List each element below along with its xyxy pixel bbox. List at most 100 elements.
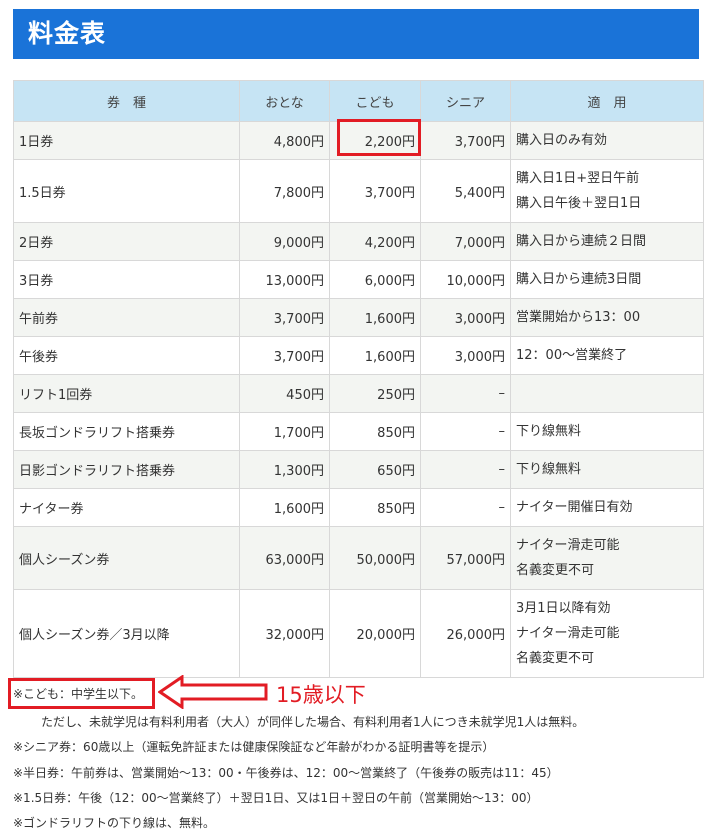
apply-line: 下り線無料 [516,462,582,477]
apply-line: 下り線無料 [516,424,582,439]
apply-cell: ナイター滑走可能 名義変更不可 [510,526,704,590]
adult-price-cell: 63,000円 [239,526,330,590]
adult-price-cell: 450円 [239,374,330,413]
apply-cell [510,374,704,413]
table-row: 3日券 13,000円 6,000円 10,000円 購入日から連続3日間 [13,260,704,299]
ticket-name-cell: 1日券 [13,121,240,160]
child-price-cell: 250円 [329,374,421,413]
note-half-day: ※半日券：午前券は、営業開始～13：00・午後券は、12：00～営業終了（午後券… [13,766,559,780]
header-apply: 適 用 [510,80,704,122]
senior-price-cell: – [420,488,511,527]
apply-line: 購入日から連続２日間 [516,234,647,249]
header-adult: おとな [239,80,330,122]
senior-price-cell: 57,000円 [420,526,511,590]
page-header: 料金表 [13,9,699,59]
table-row: 長坂ゴンドラリフト搭乗券 1,700円 850円 – 下り線無料 [13,412,704,451]
table-row: 個人シーズン券 63,000円 50,000円 57,000円 ナイター滑走可能 名義変更… [13,526,704,590]
left-arrow-icon [158,675,268,709]
age-annotation: 15歳以下 [276,683,366,707]
senior-price-cell: 3,000円 [420,336,511,375]
apply-cell: 購入日から連続２日間 [510,222,704,261]
table-header-row: 券 種 おとな こども シニア 適 用 [13,80,704,122]
senior-price-cell: – [420,374,511,413]
adult-price-cell: 4,800円 [239,121,330,160]
apply-line: 名義変更不可 [516,651,595,666]
adult-price-cell: 32,000円 [239,589,330,678]
table-row: リフト1回券 450円 250円 – [13,374,704,413]
adult-price-cell: 1,700円 [239,412,330,451]
header-ticket-type: 券 種 [13,80,240,122]
header-senior: シニア [420,80,511,122]
senior-price-cell: 26,000円 [420,589,511,678]
apply-cell: 下り線無料 [510,412,704,451]
fee-table: 券 種 おとな こども シニア 適 用 1日券 4,800円 2,200円 3,700… [13,80,704,678]
apply-cell: 下り線無料 [510,450,704,489]
adult-price-cell: 1,300円 [239,450,330,489]
child-price-cell: 3,700円 [329,159,421,223]
apply-line: 名義変更不可 [516,563,595,578]
ticket-name-cell: 3日券 [13,260,240,299]
child-price-cell: 20,000円 [329,589,421,678]
senior-price-cell: 7,000円 [420,222,511,261]
ticket-name-cell: 1.5日券 [13,159,240,223]
apply-line: ナイター滑走可能 [516,626,620,641]
senior-price-cell: – [420,412,511,451]
table-row: 個人シーズン券／3月以降 32,000円 20,000円 26,000円 3月1日以降有… [13,589,704,678]
adult-price-cell: 3,700円 [239,298,330,337]
ticket-name-cell: 長坂ゴンドラリフト搭乗券 [13,412,240,451]
apply-line: 3月1日以降有効 [516,601,611,616]
table-row: 1.5日券 7,800円 3,700円 5,400円 購入日1日+翌日午前 購入日午後＋翌… [13,159,704,223]
ticket-name-cell: 2日券 [13,222,240,261]
child-price-cell: 1,600円 [329,298,421,337]
ticket-name-cell: ナイター券 [13,488,240,527]
ticket-name-cell: 個人シーズン券／3月以降 [13,589,240,678]
adult-price-cell: 9,000円 [239,222,330,261]
note-child: ※こども：中学生以下。 [13,687,144,701]
apply-cell: 12：00～営業終了 [510,336,704,375]
adult-price-cell: 13,000円 [239,260,330,299]
adult-price-cell: 7,800円 [239,159,330,223]
adult-price-cell: 3,700円 [239,336,330,375]
child-price-cell: 650円 [329,450,421,489]
ticket-name-cell: リフト1回券 [13,374,240,413]
apply-cell: 購入日のみ有効 [510,121,704,160]
table-row: 日影ゴンドラリフト搭乗券 1,300円 650円 – 下り線無料 [13,450,704,489]
apply-cell: ナイター開催日有効 [510,488,704,527]
apply-cell: 営業開始から13：00 [510,298,704,337]
adult-price-cell: 1,600円 [239,488,330,527]
senior-price-cell: 3,000円 [420,298,511,337]
apply-line: 12：00～営業終了 [516,348,628,363]
apply-line: 営業開始から13：00 [516,310,641,325]
table-row: 午前券 3,700円 1,600円 3,000円 営業開始から13：00 [13,298,704,337]
child-price-cell: 50,000円 [329,526,421,590]
apply-line: ナイター開催日有効 [516,500,633,515]
child-price-highlight [337,119,421,156]
table-row: 午後券 3,700円 1,600円 3,000円 12：00～営業終了 [13,336,704,375]
senior-price-cell: 5,400円 [420,159,511,223]
senior-price-cell: 3,700円 [420,121,511,160]
apply-cell: 購入日から連続3日間 [510,260,704,299]
note-senior: ※シニア券：60歳以上（運転免許証または健康保険証など年齢がわかる証明書等を提示… [13,740,495,754]
child-price-cell: 850円 [329,412,421,451]
apply-line: 購入日から連続3日間 [516,272,642,287]
apply-cell: 3月1日以降有効 ナイター滑走可能 名義変更不可 [510,589,704,678]
child-price-cell: 4,200円 [329,222,421,261]
child-price-cell: 6,000円 [329,260,421,299]
senior-price-cell: 10,000円 [420,260,511,299]
child-price-cell: 850円 [329,488,421,527]
ticket-name-cell: 個人シーズン券 [13,526,240,590]
note-gondola: ※ゴンドラリフトの下り線は、無料。 [13,816,216,830]
header-child: こども [329,80,421,122]
apply-line: 購入日午後＋翌日1日 [516,196,642,211]
senior-price-cell: – [420,450,511,489]
table-row: 2日券 9,000円 4,200円 7,000円 購入日から連続２日間 [13,222,704,261]
note-one-and-half: ※1.5日券：午後（12：00～営業終了）＋翌日1日、又は1日＋翌日の午前（営業… [13,791,539,805]
apply-line: ナイター滑走可能 [516,538,620,553]
apply-line: 購入日1日+翌日午前 [516,171,640,186]
table-row: ナイター券 1,600円 850円 – ナイター開催日有効 [13,488,704,527]
child-price-cell: 1,600円 [329,336,421,375]
apply-line: 購入日のみ有効 [516,133,608,148]
ticket-name-cell: 日影ゴンドラリフト搭乗券 [13,450,240,489]
page-title: 料金表 [28,19,107,48]
ticket-name-cell: 午前券 [13,298,240,337]
